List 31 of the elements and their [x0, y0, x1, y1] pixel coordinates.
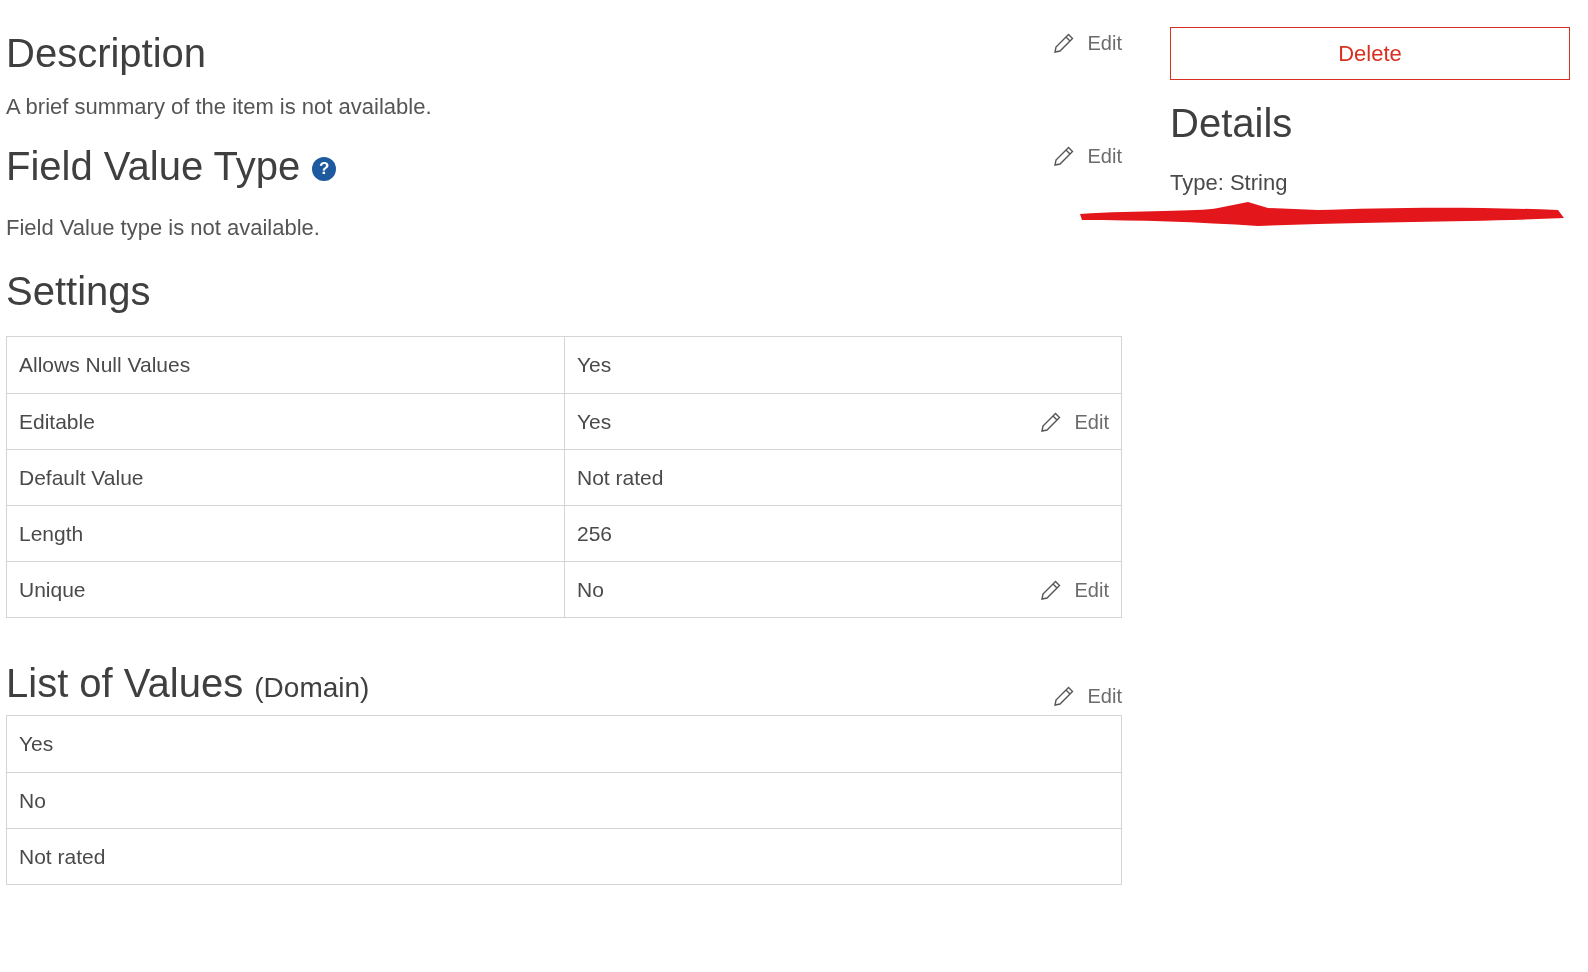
domain-value: Not rated: [19, 843, 106, 870]
type-text: Type: String: [1170, 169, 1289, 197]
delete-button[interactable]: Delete: [1170, 27, 1570, 80]
help-icon[interactable]: ?: [312, 157, 337, 181]
setting-value: Not rated: [577, 464, 664, 491]
pencil-icon: [1051, 144, 1076, 168]
section-title: Description: [6, 30, 207, 77]
description-text: A brief summary of the item is not available.: [6, 93, 433, 121]
setting-value: No: [577, 576, 604, 603]
setting-value: 256: [577, 520, 613, 547]
edit-button[interactable]: Edit: [1051, 681, 1122, 711]
section-title: Settings: [6, 268, 152, 315]
pencil-icon: [1051, 31, 1076, 55]
setting-label: Default Value: [19, 464, 144, 491]
field-value-type-text: Field Value type is not available.: [6, 214, 321, 242]
setting-label: Unique: [19, 576, 86, 603]
domain-value: Yes: [19, 731, 54, 758]
edit-button[interactable]: Edit: [1038, 574, 1109, 605]
edit-button[interactable]: Edit: [1038, 406, 1109, 437]
section-title: List of Values (Domain): [6, 660, 370, 707]
domain-value: No: [19, 787, 46, 814]
details-title: Details: [1170, 100, 1294, 147]
pencil-icon: [1051, 684, 1076, 708]
edit-button[interactable]: Edit: [1051, 141, 1122, 171]
section-title: Field Value Type: [6, 143, 301, 190]
setting-value: Yes: [577, 352, 612, 379]
setting-value: Yes: [577, 408, 612, 435]
edit-button[interactable]: Edit: [1051, 28, 1122, 58]
setting-label: Editable: [19, 408, 95, 435]
setting-label: Length: [19, 520, 84, 547]
setting-label: Allows Null Values: [19, 352, 191, 379]
